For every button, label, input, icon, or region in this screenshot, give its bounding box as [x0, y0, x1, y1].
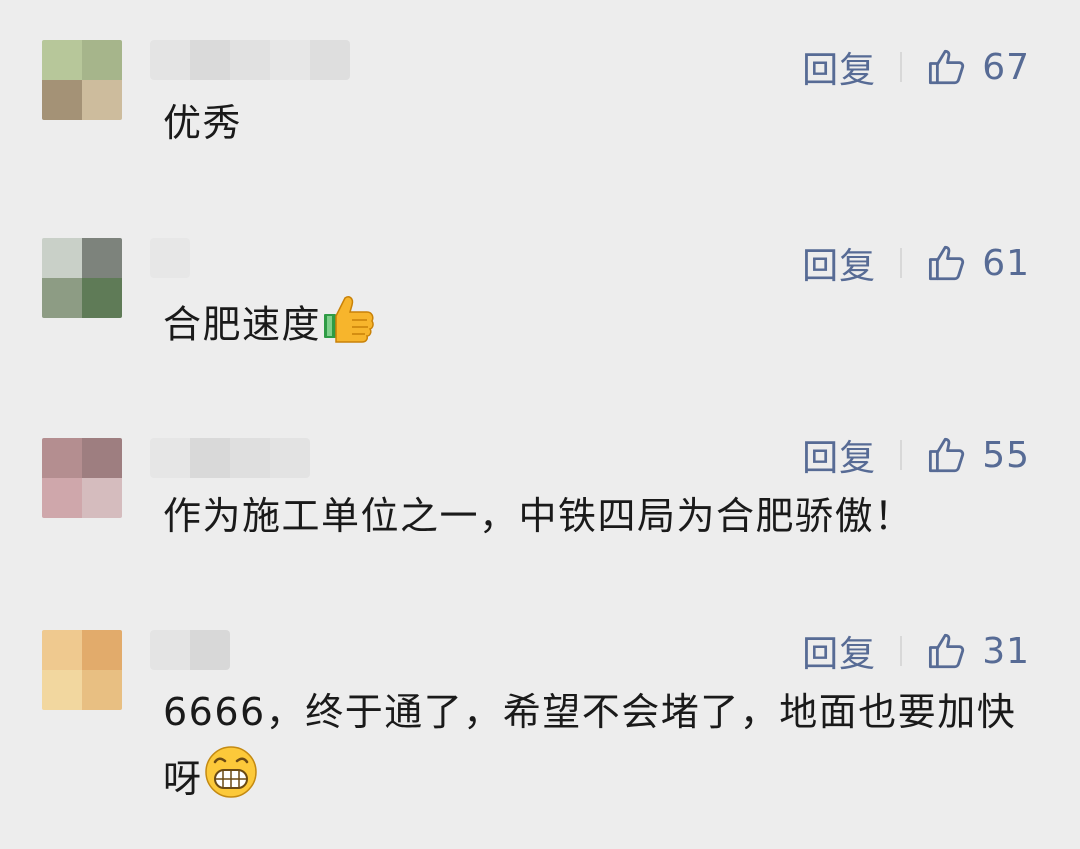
- comment-text: 优秀: [163, 92, 1043, 154]
- reply-button[interactable]: 回复: [802, 625, 876, 677]
- avatar-tile: [82, 438, 122, 478]
- blurred-username[interactable]: [150, 630, 230, 670]
- blur-block: [150, 630, 190, 670]
- thumbs-up-icon: [929, 633, 965, 669]
- avatar[interactable]: [42, 630, 122, 710]
- thumbs-up-emoji: [321, 290, 377, 364]
- reply-button[interactable]: 回复: [802, 41, 876, 93]
- blur-block: [310, 40, 350, 80]
- divider: [900, 52, 903, 82]
- comment-text: 6666，终于通了，希望不会堵了，地面也要加快呀: [163, 680, 1043, 819]
- avatar-tile: [42, 238, 82, 278]
- blurred-username[interactable]: [150, 438, 310, 478]
- like-button[interactable]: 67: [926, 46, 1030, 88]
- like-button[interactable]: 55: [926, 434, 1030, 476]
- reply-button[interactable]: 回复: [802, 237, 876, 289]
- like-count: 55: [982, 434, 1030, 476]
- avatar-tile: [42, 278, 82, 318]
- like-count: 67: [982, 46, 1030, 88]
- like-button[interactable]: 61: [926, 242, 1030, 284]
- comment-text-content: 作为施工单位之一，中铁四局为合肥骄傲！: [163, 494, 914, 538]
- blur-block: [190, 630, 230, 670]
- avatar-tile: [82, 238, 122, 278]
- comment-actions: 回复 61: [802, 238, 1030, 288]
- avatar[interactable]: [42, 438, 122, 518]
- divider: [900, 636, 903, 666]
- avatar-tile: [82, 40, 122, 80]
- avatar-tile: [42, 40, 82, 80]
- avatar-tile: [82, 478, 122, 518]
- comment-text: 合肥速度: [163, 290, 1043, 364]
- divider: [900, 440, 903, 470]
- comment-actions: 回复 31: [802, 626, 1030, 676]
- avatar-tile: [42, 478, 82, 518]
- avatar-tile: [42, 80, 82, 120]
- blurred-username[interactable]: [150, 238, 190, 278]
- blur-block: [190, 438, 230, 478]
- avatar-tile: [82, 670, 122, 710]
- blur-block: [150, 238, 190, 278]
- blur-block: [230, 438, 270, 478]
- grinning-face-emoji: [203, 744, 259, 819]
- avatar-tile: [82, 630, 122, 670]
- blur-block: [270, 438, 310, 478]
- comment-actions: 回复 55: [802, 430, 1030, 480]
- divider: [900, 248, 903, 278]
- blur-block: [270, 40, 310, 80]
- thumbs-up-icon: [929, 49, 965, 85]
- avatar-tile: [42, 630, 82, 670]
- like-count: 31: [982, 630, 1030, 672]
- like-count: 61: [982, 242, 1030, 284]
- avatar[interactable]: [42, 238, 122, 318]
- reply-button[interactable]: 回复: [802, 429, 876, 481]
- like-button[interactable]: 31: [926, 630, 1030, 672]
- avatar[interactable]: [42, 40, 122, 120]
- thumbs-up-icon: [929, 245, 965, 281]
- avatar-tile: [82, 80, 122, 120]
- blur-block: [150, 438, 190, 478]
- blurred-username[interactable]: [150, 40, 350, 80]
- comment-actions: 回复 67: [802, 42, 1030, 92]
- blur-block: [230, 40, 270, 80]
- avatar-tile: [42, 670, 82, 710]
- blur-block: [190, 40, 230, 80]
- avatar-tile: [42, 438, 82, 478]
- avatar-tile: [82, 278, 122, 318]
- comment-text-content: 优秀: [163, 101, 243, 145]
- comment-text-content: 合肥速度: [163, 302, 322, 347]
- comment-text: 作为施工单位之一，中铁四局为合肥骄傲！: [163, 485, 1043, 547]
- comment-text-content: 6666，终于通了，希望不会堵了，地面也要加快呀: [163, 690, 1017, 801]
- blur-block: [150, 40, 190, 80]
- thumbs-up-icon: [929, 437, 965, 473]
